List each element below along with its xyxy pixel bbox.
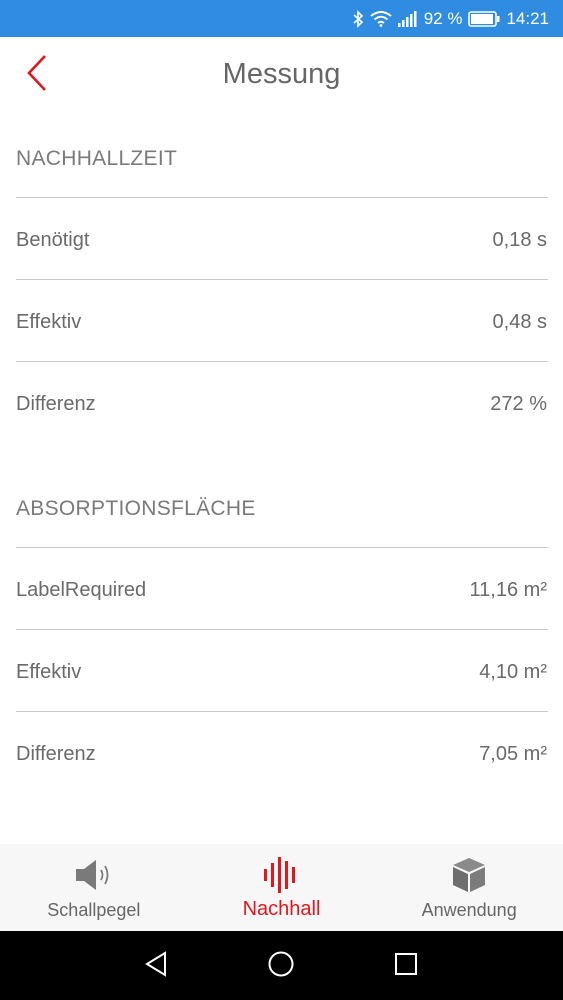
row-label: Differenz [16, 392, 96, 415]
system-nav-bar [0, 931, 563, 1000]
row-label: Benötigt [16, 228, 90, 251]
row-value: 7,05 m² [479, 742, 547, 765]
row-label: Effektiv [16, 310, 82, 333]
row-value: 0,48 s [492, 310, 547, 333]
row-label: Differenz [16, 742, 96, 765]
row-value: 272 % [490, 392, 547, 415]
section-title-nachhallzeit: NACHHALLZEIT [16, 147, 178, 170]
page-title: Messung [222, 58, 341, 90]
row-value: 0,18 s [492, 228, 547, 251]
nav-item-nachhall[interactable]: Nachhall [188, 844, 376, 931]
divider [16, 279, 548, 280]
sound-wave-icon [263, 856, 301, 894]
row-label: LabelRequired [16, 578, 147, 601]
battery-icon [468, 10, 500, 27]
row-value: 4,10 m² [479, 660, 547, 683]
list-item: Effektiv 0,48 s [16, 307, 547, 337]
nav-label: Nachhall [242, 898, 321, 920]
divider [16, 629, 548, 630]
nav-item-schallpegel[interactable]: Schallpegel [0, 844, 188, 931]
section-title-absorptionsflaeche: ABSORPTIONSFLÄCHE [16, 497, 256, 520]
speaker-icon [74, 856, 114, 894]
list-item: Effektiv 4,10 m² [16, 657, 547, 687]
nav-label: Schallpegel [47, 900, 141, 920]
nav-item-anwendung[interactable]: Anwendung [375, 844, 563, 931]
circle-home-icon [267, 950, 295, 983]
row-label: Effektiv [16, 660, 82, 683]
system-recents-button[interactable] [391, 951, 421, 981]
wifi-icon [370, 10, 392, 27]
signal-icon [397, 10, 418, 27]
nav-label: Anwendung [421, 900, 517, 920]
bluetooth-icon [352, 9, 364, 28]
system-home-button[interactable] [266, 951, 296, 981]
list-item: Differenz 7,05 m² [16, 739, 547, 769]
status-bar: 92 % 14:21 [0, 0, 563, 37]
divider [16, 547, 548, 548]
cube-icon [450, 856, 488, 894]
bottom-nav: Schallpegel Nachhall Anwendung [0, 844, 563, 931]
app-header: Messung [0, 37, 563, 113]
list-item: Differenz 272 % [16, 389, 547, 419]
square-recents-icon [394, 952, 418, 981]
list-item: LabelRequired 11,16 m² [16, 575, 547, 605]
battery-percent: 92 % [423, 8, 463, 28]
status-time: 14:21 [506, 8, 549, 28]
divider [16, 361, 548, 362]
divider [16, 711, 548, 712]
row-value: 11,16 m² [469, 578, 547, 601]
list-item: Benötigt 0,18 s [16, 225, 547, 255]
triangle-back-icon [143, 950, 169, 982]
system-back-button[interactable] [141, 950, 171, 982]
divider [16, 197, 548, 198]
